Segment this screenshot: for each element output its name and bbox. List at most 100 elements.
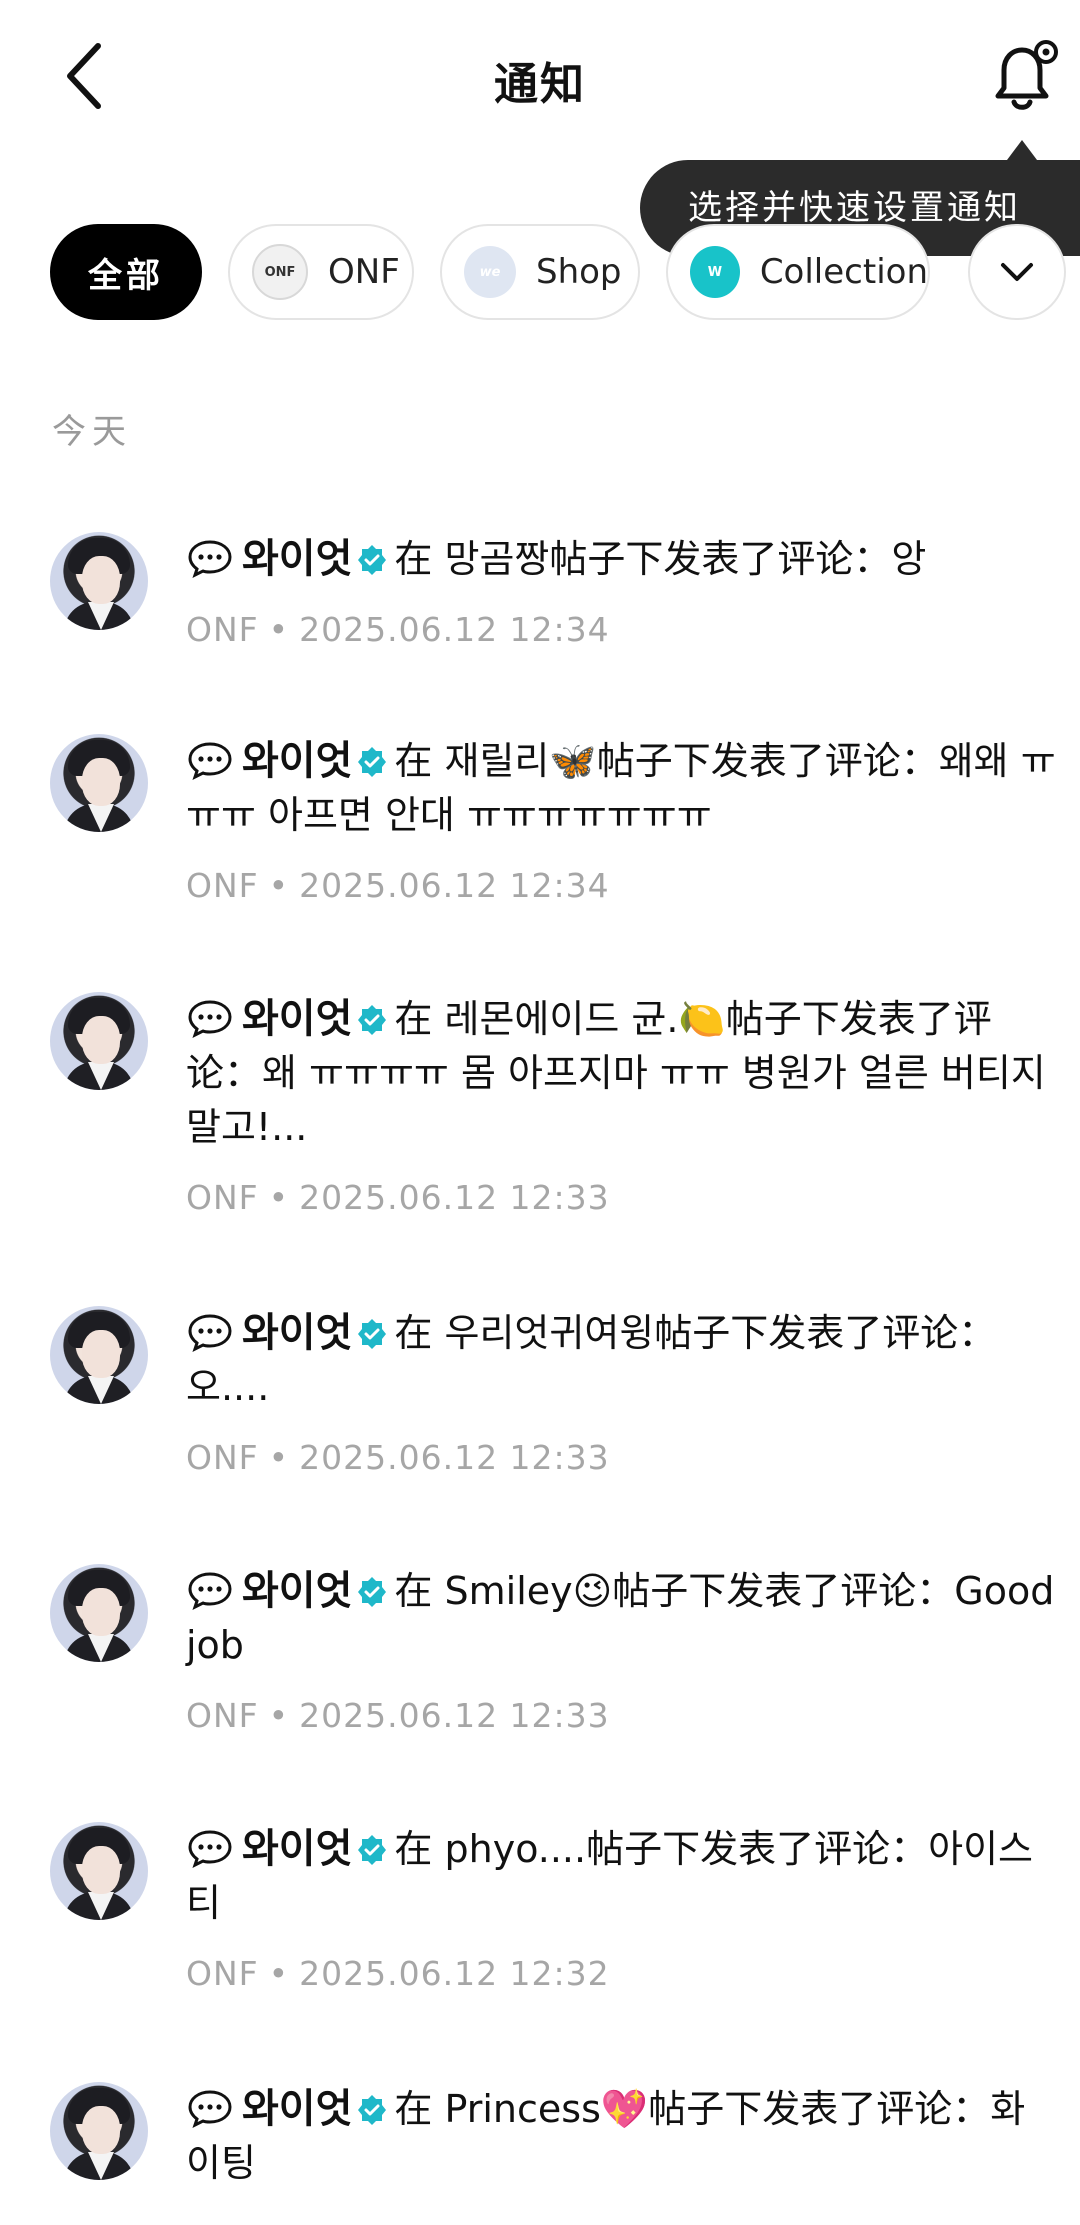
filter-chips: 全部 ONF ONF we Shop W Collection: [0, 224, 1080, 324]
username[interactable]: 와이엇: [242, 1310, 352, 1356]
timestamp: 2025.06.12 12:34: [299, 866, 610, 905]
bell-gear-icon: [995, 40, 1058, 110]
group-name: ONF: [186, 1954, 259, 1993]
comment-icon: [186, 1828, 234, 1868]
notification-meta: ONF • 2025.06.12 12:33: [186, 1438, 610, 1477]
avatar[interactable]: [50, 734, 148, 832]
group-name: ONF: [186, 1438, 259, 1477]
avatar[interactable]: [50, 1306, 148, 1404]
notification-action: 帖子下发表了评论：: [648, 2087, 991, 2131]
notification-prefix: 在: [394, 1569, 445, 1613]
post-author: phyo....: [444, 1827, 587, 1871]
notification-action: 帖子下发表了评论：: [596, 739, 939, 783]
filter-chip-onf[interactable]: ONF ONF: [228, 224, 414, 320]
verified-badge-icon: [356, 536, 388, 575]
filter-more-button[interactable]: [968, 224, 1066, 320]
avatar[interactable]: [50, 1822, 148, 1920]
post-author: Smiley😉: [444, 1569, 613, 1613]
avatar[interactable]: [50, 1564, 148, 1662]
filter-chip-shop[interactable]: we Shop: [440, 224, 640, 320]
verified-badge-icon: [356, 1568, 388, 1607]
notification-action: 帖子下发表了评论：: [586, 1827, 929, 1871]
filter-chip-label: 全部: [88, 255, 164, 296]
post-author: 재릴리🦋: [444, 739, 597, 783]
notification-meta: ONF • 2025.06.12 12:34: [186, 610, 610, 649]
chevron-down-icon: [1001, 263, 1033, 281]
verified-badge-icon: [356, 1310, 388, 1349]
notification-prefix: 在: [394, 997, 445, 1041]
comment-text: 왜 ㅠㅠㅠㅠ 몸 아프지마 ㅠㅠ 병원가 얼른 버티지말고!...: [186, 1051, 1046, 1149]
verified-badge-icon: [356, 1826, 388, 1865]
filter-chip-all[interactable]: 全部: [50, 224, 202, 320]
username[interactable]: 와이엇: [242, 1826, 352, 1872]
notification-meta: ONF • 2025.06.12 12:34: [186, 866, 610, 905]
group-name: ONF: [186, 1178, 259, 1217]
filter-chip-collection[interactable]: W Collection: [666, 224, 930, 320]
post-author: 레몬에이드 균.🍋: [444, 997, 726, 1041]
notification-message: 와이엇 在 phyo....帖子下发表了评论：아이스티: [186, 1822, 1056, 1930]
notification-message: 와이엇 在 재릴리🦋帖子下发表了评论：왜왜 ㅠㅠㅠ 아프면 안대 ㅠㅠㅠㅠㅠㅠㅠ: [186, 734, 1056, 842]
notification-message: 와이엇 在 우리엇귀여윙帖子下发表了评论： 오....: [186, 1306, 1056, 1414]
comment-icon: [186, 998, 234, 1038]
shop-logo-icon: we: [464, 246, 516, 298]
comment-icon: [186, 1312, 234, 1352]
notification-item[interactable]: 와이엇 在 우리엇귀여윙帖子下发表了评论： 오.... ONF • 2025.06.12…: [0, 1306, 1080, 1506]
avatar[interactable]: [50, 2082, 148, 2180]
notification-item[interactable]: 와이엇 在 Princess💖帖子下发表了评论：화이팅: [0, 2082, 1080, 2225]
timestamp: 2025.06.12 12:33: [299, 1438, 610, 1477]
notification-prefix: 在: [394, 537, 445, 581]
notification-action: 帖子下发表了评论：: [612, 1569, 955, 1613]
page-title: 通知: [494, 59, 586, 110]
filter-chip-label: Collection: [759, 252, 928, 292]
comment-icon: [186, 1570, 234, 1610]
notification-message: 와이엇 在 망곰짱帖子下发表了评论：앙: [186, 532, 1056, 586]
notification-item[interactable]: 와이엇 在 phyo....帖子下发表了评论：아이스티 ONF • 2025.06.1…: [0, 1822, 1080, 2022]
notification-prefix: 在: [394, 1827, 445, 1871]
notification-prefix: 在: [394, 2087, 445, 2131]
timestamp: 2025.06.12 12:33: [299, 1696, 610, 1735]
notification-prefix: 在: [394, 1311, 445, 1355]
notification-meta: ONF • 2025.06.12 12:32: [186, 1954, 610, 1993]
timestamp: 2025.06.12 12:32: [299, 1954, 610, 1993]
username[interactable]: 와이엇: [242, 1568, 352, 1614]
notification-action: 帖子下发表了评论：: [549, 537, 892, 581]
comment-icon: [186, 2088, 234, 2128]
post-author: 우리엇귀여윙: [444, 1311, 655, 1355]
comment-icon: [186, 538, 234, 578]
post-author: 망곰짱: [444, 537, 550, 581]
collection-logo-icon: W: [690, 246, 740, 298]
notification-item[interactable]: 와이엇 在 재릴리🦋帖子下发表了评论：왜왜 ㅠㅠㅠ 아프면 안대 ㅠㅠㅠㅠㅠㅠㅠ …: [0, 734, 1080, 934]
notification-item[interactable]: 와이엇 在 Smiley😉帖子下发表了评论：Good job ONF • 2025.0…: [0, 1564, 1080, 1764]
username[interactable]: 와이엇: [242, 536, 352, 582]
timestamp: 2025.06.12 12:34: [299, 610, 610, 649]
post-author: Princess💖: [444, 2087, 649, 2131]
username[interactable]: 와이엇: [242, 738, 352, 784]
filter-chip-label: Shop: [536, 252, 622, 292]
group-name: ONF: [186, 1696, 259, 1735]
verified-badge-icon: [356, 996, 388, 1035]
avatar[interactable]: [50, 992, 148, 1090]
username[interactable]: 와이엇: [242, 2086, 352, 2132]
group-name: ONF: [186, 610, 259, 649]
notification-meta: ONF • 2025.06.12 12:33: [186, 1178, 610, 1217]
notification-message: 와이엇 在 레몬에이드 균.🍋帖子下发表了评论：왜 ㅠㅠㅠㅠ 몸 아프지마 ㅠㅠ …: [186, 992, 1056, 1154]
notification-settings-button[interactable]: [988, 38, 1060, 114]
timestamp: 2025.06.12 12:33: [299, 1178, 610, 1217]
notification-item[interactable]: 와이엇 在 망곰짱帖子下发表了评论：앙 ONF • 2025.06.12 12:34: [0, 532, 1080, 692]
notification-message: 와이엇 在 Princess💖帖子下发表了评论：화이팅: [186, 2082, 1056, 2190]
verified-badge-icon: [356, 2086, 388, 2125]
filter-chip-label: ONF: [328, 252, 400, 292]
notification-prefix: 在: [394, 739, 445, 783]
username[interactable]: 와이엇: [242, 996, 352, 1042]
notification-action: 帖子下发表了评论：: [654, 1311, 997, 1355]
notification-item[interactable]: 와이엇 在 레몬에이드 균.🍋帖子下发表了评论：왜 ㅠㅠㅠㅠ 몸 아프지마 ㅠㅠ …: [0, 992, 1080, 1242]
verified-badge-icon: [356, 738, 388, 777]
comment-text: 앙: [891, 537, 927, 581]
onf-logo-icon: ONF: [252, 244, 308, 300]
avatar[interactable]: [50, 532, 148, 630]
comment-icon: [186, 740, 234, 780]
group-name: ONF: [186, 866, 259, 905]
comment-text: 오....: [186, 1365, 270, 1409]
notification-meta: ONF • 2025.06.12 12:33: [186, 1696, 610, 1735]
header-bar: 通知: [0, 0, 1080, 150]
